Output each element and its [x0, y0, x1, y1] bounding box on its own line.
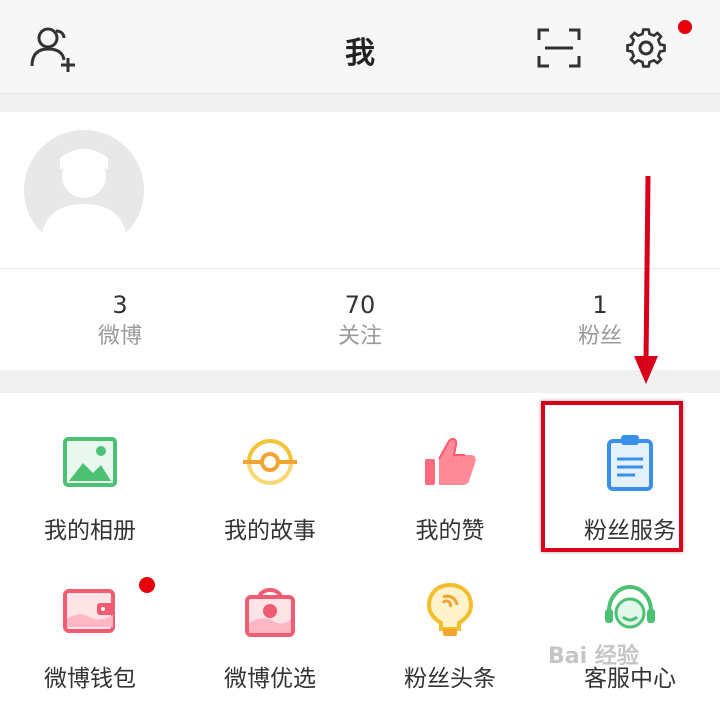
scan-icon: [537, 28, 581, 68]
headline-bulb-icon: [426, 582, 474, 636]
grid-item-wallet[interactable]: 微博钱包: [0, 545, 180, 695]
headset-icon: [605, 584, 655, 629]
annotation-highlight-box: [541, 401, 683, 552]
avatar[interactable]: [24, 130, 144, 250]
stat-following-count: 70: [344, 291, 376, 319]
stat-weibo[interactable]: 3 微博: [0, 288, 240, 352]
stat-following[interactable]: 70 关注: [240, 288, 480, 352]
scan-button[interactable]: [531, 22, 587, 74]
stat-weibo-label: 微博: [97, 324, 142, 349]
settings-button[interactable]: [618, 22, 674, 74]
settings-notification-dot: [678, 20, 692, 34]
default-avatar-icon: [40, 149, 128, 250]
stat-weibo-count: 3: [112, 291, 128, 319]
wallet-notification-dot: [139, 577, 155, 593]
watermark: Bai 经验: [548, 644, 639, 669]
grid-item-label: 我的故事: [224, 518, 316, 544]
story-icon: [243, 439, 297, 485]
grid-item-label: 微博优选: [224, 666, 316, 692]
thumbs-up-icon: [425, 437, 476, 485]
gear-icon: [626, 28, 666, 68]
grid-item-fan-headline[interactable]: 粉丝头条: [360, 545, 540, 695]
wallet-icon: [63, 589, 115, 633]
stat-following-label: 关注: [337, 324, 382, 349]
grid-item-customer-service[interactable]: 客服中心: [540, 545, 720, 695]
photo-album-icon: [63, 437, 117, 487]
grid-item-likes[interactable]: 我的赞: [360, 397, 540, 547]
grid-item-label: 粉丝头条: [404, 666, 496, 692]
grid-item-label: 我的赞: [415, 518, 485, 544]
grid-item-weibo-select[interactable]: 微博优选: [180, 545, 360, 695]
grid-item-label: 我的相册: [44, 518, 136, 544]
annotation-arrow: [634, 175, 658, 384]
page-title: 我: [345, 36, 375, 71]
grid-item-label: 微博钱包: [44, 666, 136, 692]
grid-item-story[interactable]: 我的故事: [180, 397, 360, 547]
grid-item-photo-album[interactable]: 我的相册: [0, 397, 180, 547]
shopping-bag-icon: [245, 588, 295, 637]
